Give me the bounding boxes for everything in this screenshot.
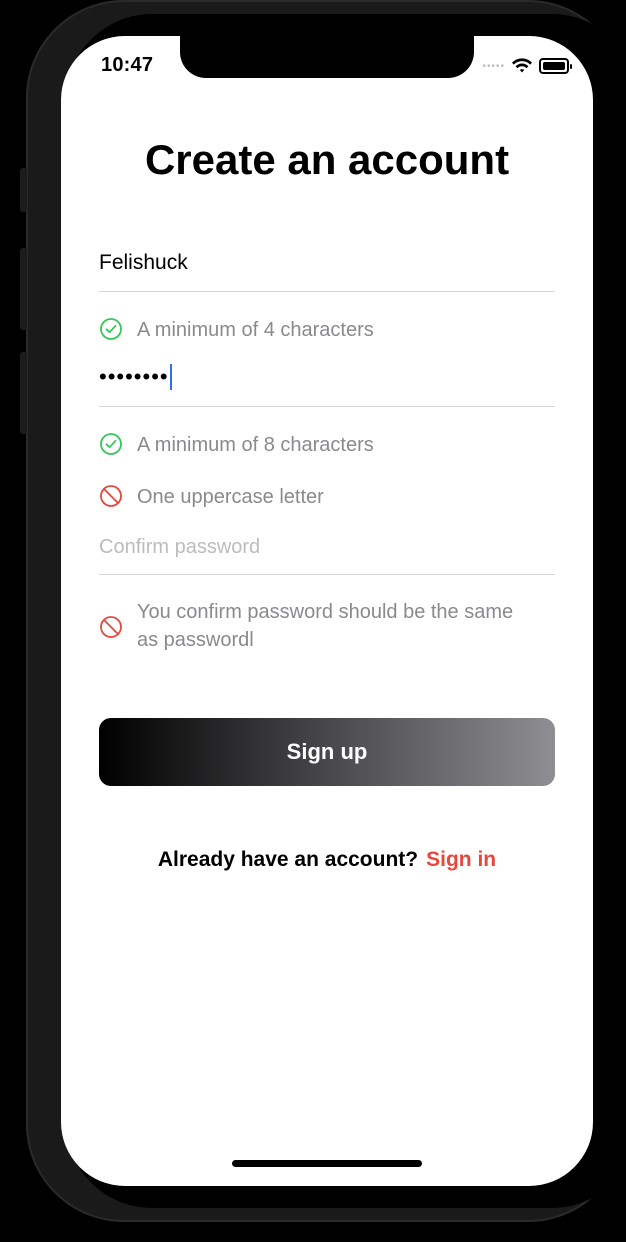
- rule-min-8-chars: A minimum of 8 characters: [99, 431, 374, 459]
- status-time: 10:47: [101, 54, 154, 76]
- signin-row: Already have an account? Sign in: [61, 848, 593, 872]
- volume-down-button: [20, 352, 27, 434]
- confirm-password-placeholder: Confirm password: [99, 536, 261, 558]
- prohibited-icon: [100, 485, 122, 507]
- rule-text: One uppercase letter: [137, 486, 324, 508]
- mute-switch: [20, 168, 27, 212]
- rule-uppercase: One uppercase letter: [99, 483, 324, 511]
- confirm-password-field[interactable]: Confirm password: [99, 536, 555, 575]
- volume-up-button: [20, 248, 27, 330]
- signup-button[interactable]: Sign up: [99, 718, 555, 786]
- password-field[interactable]: ••••••••: [99, 364, 555, 407]
- rule-text: A minimum of 4 characters: [137, 319, 374, 341]
- text-caret: [169, 364, 172, 390]
- page-title: Create an account: [144, 136, 510, 183]
- home-indicator[interactable]: [232, 1160, 422, 1167]
- prohibited-icon: [100, 615, 122, 638]
- battery-icon: [539, 58, 572, 74]
- rule-passwords-match: You confirm password should be the same …: [99, 598, 519, 654]
- signin-link[interactable]: Sign in: [426, 848, 496, 871]
- username-field[interactable]: Felishuck: [99, 251, 555, 292]
- signin-prompt: Already have an account?: [157, 848, 419, 871]
- signal-icon: •••••: [482, 60, 505, 72]
- rule-text: A minimum of 8 characters: [137, 434, 374, 456]
- wifi-icon: [512, 58, 532, 73]
- notch: [180, 36, 474, 78]
- password-value: ••••••••: [99, 364, 169, 389]
- username-value: Felishuck: [99, 251, 188, 274]
- status-icons: •••••: [482, 58, 572, 74]
- rule-text: You confirm password should be the same …: [137, 601, 514, 651]
- rule-min-4-chars: A minimum of 4 characters: [99, 316, 374, 344]
- check-circle-icon: [100, 433, 122, 455]
- app-screen: 10:47 ••••• Create an account Felishuck …: [61, 36, 593, 1186]
- check-circle-icon: [100, 318, 122, 340]
